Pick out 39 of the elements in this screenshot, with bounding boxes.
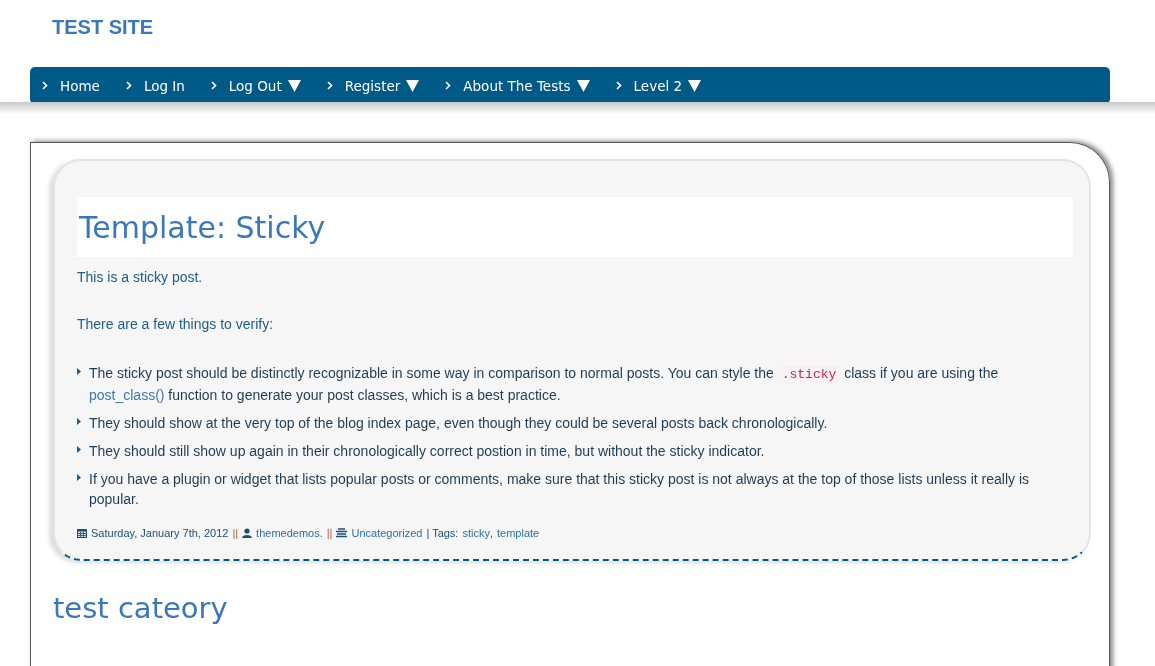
list-item-text: They should still show up again in their chronologically correct postion in time, but without the sticky indicator. (89, 442, 765, 461)
list-item-text: They should show at the very top of the blog index page, even though they could be several posts back chronologically. (89, 414, 828, 433)
author-link[interactable]: themedemos. (256, 527, 323, 539)
chevron-icon (42, 81, 48, 90)
list-item-text: If you have a plugin or widget that lists popular posts or comments, make sure that this sticky post is not always at the top of those lists unless it really is popular. (89, 470, 1030, 509)
bullet-triangle-icon (77, 368, 81, 375)
tags-label: | Tags: (426, 527, 459, 539)
bullet-triangle-icon (77, 446, 81, 453)
post-date: Saturday, January 7th, 2012 (91, 527, 229, 539)
post-paragraph: This is a sticky post. (77, 269, 204, 285)
list-item-text: The sticky post should be distinctly recognizable in some way in comparison to normal posts. You can style the .sticky class if you are using the post_class() function to generate your post classes, which is a best practice. (89, 364, 1000, 405)
nav-link[interactable]: Log Out (210, 77, 301, 94)
chevron-icon (326, 81, 333, 90)
separator-text: || (326, 527, 333, 539)
post-title[interactable]: Template: Sticky (79, 209, 326, 245)
user-icon (242, 528, 253, 538)
site-title[interactable]: TEST SITE (52, 16, 1110, 67)
nav-link[interactable]: Register (326, 77, 420, 94)
nav-link[interactable]: About The Tests (445, 77, 590, 94)
calendar-icon (77, 528, 87, 538)
chevron-icon (615, 81, 622, 90)
chevron-icon (210, 81, 217, 90)
stack-icon (336, 528, 348, 538)
tag-separator: , (489, 527, 493, 539)
code-snippet: .sticky (777, 365, 841, 384)
bullet-triangle-icon (77, 474, 81, 481)
nav-link[interactable]: Home (42, 77, 100, 94)
category-heading: test cateory (53, 591, 229, 625)
tag-link[interactable]: template (497, 527, 540, 539)
chevron-icon (125, 81, 132, 90)
separator-text: || (232, 527, 239, 539)
chevron-icon (445, 81, 452, 90)
nav-link[interactable]: Log In (125, 77, 185, 94)
function-link[interactable]: post_class() (89, 387, 165, 403)
nav-link[interactable]: Level 2 (615, 77, 702, 94)
category-link[interactable]: Uncategorized (351, 527, 423, 539)
post-paragraph: There are a few things to verify: (77, 316, 275, 332)
tag-link[interactable]: sticky (462, 527, 490, 539)
bullet-triangle-icon (77, 418, 81, 425)
